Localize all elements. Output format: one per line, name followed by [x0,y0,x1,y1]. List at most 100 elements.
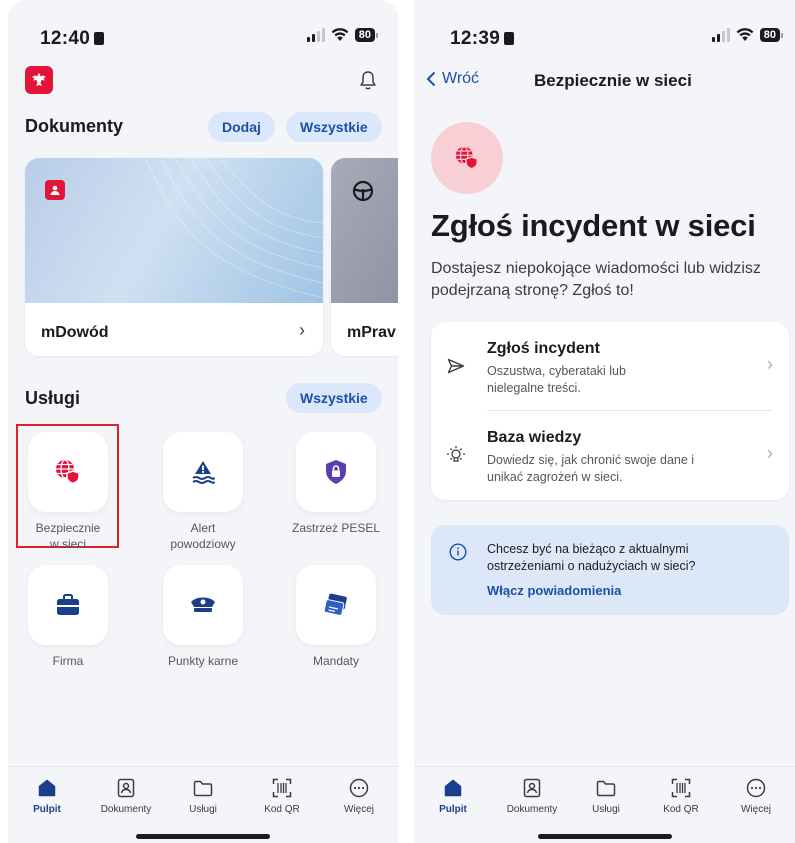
mdowod-card-image [25,158,323,303]
mprawo-jazdy-card[interactable]: mPrav [331,158,398,356]
tab-label: Usługi [189,804,217,815]
back-button[interactable]: Wróć [426,70,479,88]
service-tile [296,432,376,512]
option-title: Zgłoś incydent [487,340,600,357]
status-bar: 12:40 80 [8,22,398,52]
service-mandaty[interactable]: Mandaty [276,565,396,669]
battery-icon: 80 [759,28,783,42]
more-icon [349,778,369,798]
tab-label: Więcej [740,804,771,815]
tab-dokumenty[interactable]: Dokumenty [497,777,567,815]
services-section-title: Usługi [25,388,81,408]
option-knowledge-base[interactable]: Baza wiedzy Dowiedz się, jak chronić swo… [431,411,789,500]
info-text: Chcesz być na bieżąco z aktualnymi ostrz… [487,542,696,573]
folder-icon [596,780,616,796]
tab-label: Pulpit [439,804,467,815]
tab-dokumenty[interactable]: Dokumenty [91,777,161,815]
tab-uslugi[interactable]: Usługi [168,777,238,815]
service-label: Alert powodziowy [170,521,236,551]
id-card-icon [117,778,135,798]
option-subtitle: Oszustwa, cyberataki lub nielegalne treś… [487,364,626,395]
tab-pulpit[interactable]: Pulpit [418,777,488,815]
option-subtitle: Dowiedz się, jak chronić swoje dane i un… [487,453,695,484]
mprawo-card-label: mPrav [347,324,396,341]
send-icon [447,358,465,374]
page-description: Dostajesz niepokojące wiadomości lub wid… [431,260,761,299]
tab-label: Usługi [592,804,620,815]
chevron-right-icon: › [767,443,773,463]
signal-icon [711,28,730,42]
tab-label: Więcej [343,804,374,815]
tab-label: Pulpit [33,804,61,815]
status-time: 12:39 [450,28,515,50]
service-zastrzez-pesel[interactable]: Zastrzeż PESEL [276,432,396,536]
hero-icon-circle [431,122,503,194]
chevron-right-icon: › [299,320,305,340]
service-bezpiecznie-w-sieci[interactable]: Bezpiecznie w sieci [8,432,128,552]
page-heading: Zgłoś incydent w sieci [431,208,756,243]
wifi-icon [331,28,349,41]
options-card: Zgłoś incydent Oszustwa, cyberataki lub … [431,322,789,500]
globe-shield-icon [56,459,80,485]
chevron-left-icon [426,71,436,87]
service-label: Firma [52,654,84,668]
status-time: 12:40 [40,28,105,50]
service-tile [163,565,243,645]
chevron-right-icon: › [767,354,773,374]
info-box: Chcesz być na bieżąco z aktualnymi ostrz… [431,525,789,615]
left-screen: 12:40 80 Dokumenty Dodaj Wszystkie mDowó… [8,0,398,843]
notifications-bell-icon[interactable] [359,70,377,92]
id-badge-icon [45,180,65,200]
tab-wiecej[interactable]: Więcej [721,777,791,815]
mdowod-card-label: mDowód [41,324,109,341]
all-services-button[interactable]: Wszystkie [286,383,382,413]
tickets-icon [323,593,347,616]
wifi-icon [736,28,754,41]
service-tile [296,565,376,645]
service-tile [28,565,108,645]
service-label: Mandaty [312,654,360,668]
service-alert-powodziowy[interactable]: Alert powodziowy [143,432,263,552]
qr-scan-icon [272,778,292,798]
service-punkty-karne[interactable]: Punkty karne [143,565,263,669]
home-indicator [537,834,672,839]
service-tile [163,432,243,512]
tab-kod-qr[interactable]: Kod QR [247,777,317,815]
service-firma[interactable]: Firma [8,565,128,669]
option-report-incident[interactable]: Zgłoś incydent Oszustwa, cyberataki lub … [431,322,789,410]
enable-notifications-link[interactable]: Włącz powiadomienia [487,583,621,598]
documents-section-title: Dokumenty [25,116,124,136]
home-indicator [136,834,270,839]
eagle-icon [32,73,46,86]
globe-shield-icon [455,146,478,170]
flood-alert-icon [192,461,215,484]
home-icon [38,779,56,797]
qr-scan-icon [671,778,691,798]
police-cap-icon [191,597,215,612]
app-logo [25,66,53,94]
service-label: Bezpiecznie w sieci [35,521,101,551]
tab-label: Kod QR [663,804,699,815]
mdowod-card[interactable]: mDowód › [25,158,323,356]
all-documents-button[interactable]: Wszystkie [286,112,382,142]
add-document-button[interactable]: Dodaj [208,112,275,142]
shield-lock-icon [326,460,346,484]
tab-kod-qr[interactable]: Kod QR [646,777,716,815]
more-icon [746,778,766,798]
tab-pulpit[interactable]: Pulpit [12,777,82,815]
tab-wiecej[interactable]: Więcej [324,777,394,815]
status-bar: 12:39 80 [414,22,795,52]
battery-icon: 80 [354,28,378,42]
right-screen: 12:39 80 Wróć Bezpiecznie w sieci Zgłoś … [414,0,795,843]
nav-title: Bezpiecznie w sieci [534,71,692,90]
tab-bar: Pulpit Dokumenty Usługi Kod QR Więcej [414,766,795,843]
mprawo-card-image [331,158,398,303]
back-label: Wróć [442,70,480,87]
service-tile [28,432,108,512]
tab-bar: Pulpit Dokumenty Usługi Kod QR Więcej [8,766,398,843]
steering-wheel-icon [352,180,374,202]
id-card-icon [523,778,541,798]
tab-uslugi[interactable]: Usługi [571,777,641,815]
briefcase-icon [57,594,79,615]
service-label: Punkty karne [167,654,239,668]
